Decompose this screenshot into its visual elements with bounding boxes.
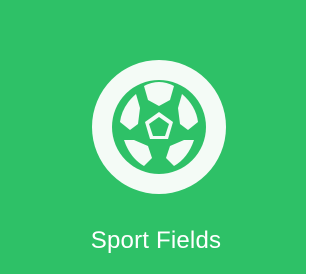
sport-fields-tile[interactable]: Sport Fields <box>0 0 312 280</box>
soccer-ball-icon <box>92 60 226 194</box>
tile-label: Sport Fields <box>90 227 222 254</box>
